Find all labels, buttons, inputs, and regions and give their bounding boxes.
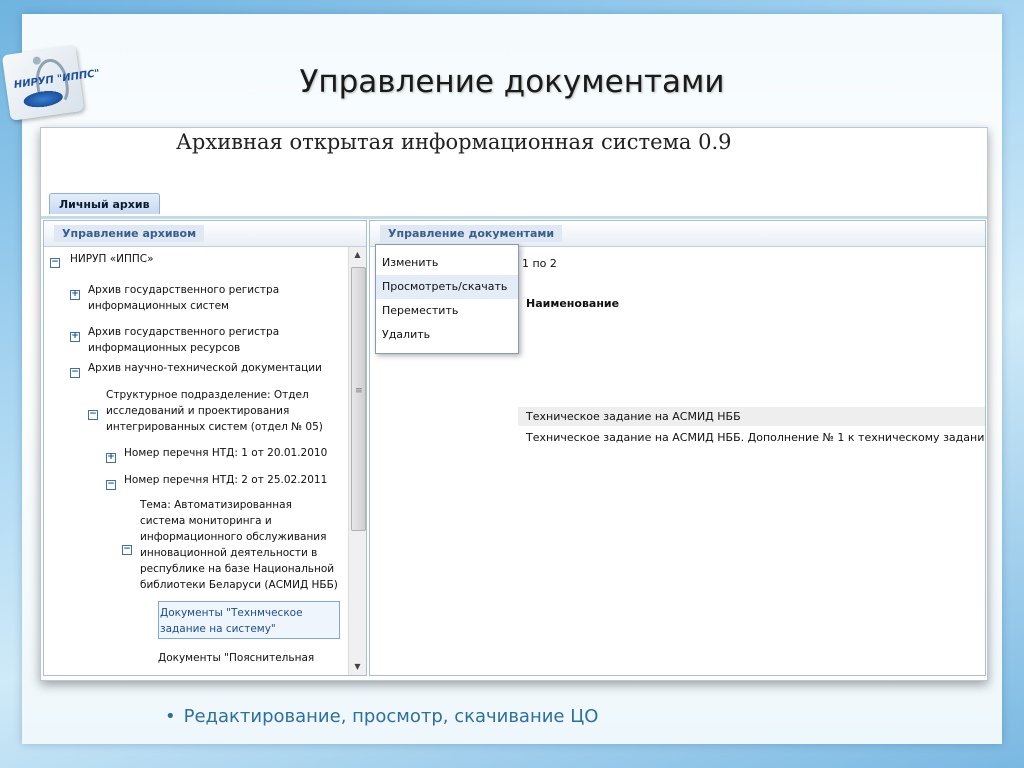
pager-text: 1 по 2 xyxy=(522,257,557,270)
menu-item-move[interactable]: Переместить xyxy=(376,299,518,323)
tree-node-label[interactable]: Документы "Технмческое задание на систем… xyxy=(160,605,303,637)
app-screenshot: Архивная открытая информационная система… xyxy=(40,127,988,681)
collapse-icon[interactable]: − xyxy=(50,258,60,268)
menu-item-edit[interactable]: Изменить xyxy=(376,251,518,275)
menu-item-delete[interactable]: Удалить xyxy=(376,323,518,347)
scroll-down-arrow-icon[interactable]: ▼ xyxy=(349,659,366,675)
bullet-text: Редактирование, просмотр, скачивание ЦО xyxy=(183,706,599,727)
collapse-icon[interactable]: − xyxy=(88,410,98,420)
archive-management-panel: Управление архивом − НИРУП «ИППС» + Архив г… xyxy=(43,220,367,676)
table-row[interactable]: Техническое задание на АСМИД НББ. Дополн… xyxy=(518,428,985,447)
tab-personal-archive[interactable]: Личный архив xyxy=(49,193,160,214)
tab-bar: Личный архив xyxy=(41,193,987,219)
tree-node-label[interactable]: Архив государственного регистра информац… xyxy=(88,282,279,314)
archive-panel-header: Управление архивом xyxy=(44,221,366,247)
expand-icon[interactable]: + xyxy=(106,453,116,463)
tree-node-label[interactable]: Структурное подразделение: Отдел исследо… xyxy=(106,387,323,435)
column-header-name[interactable]: Наименование xyxy=(526,297,619,310)
scroll-up-arrow-icon[interactable]: ▲ xyxy=(349,247,366,263)
tree-node-label[interactable]: Номер перечня НТД: 1 от 20.01.2010 xyxy=(124,445,327,461)
archive-panel-title: Управление архивом xyxy=(54,225,205,242)
context-menu: Изменить Просмотреть/скачать Переместить… xyxy=(375,244,519,354)
app-title: Архивная открытая информационная система… xyxy=(176,130,732,154)
tree-scrollbar[interactable]: ▲ ≡ ▼ xyxy=(348,247,366,675)
expand-icon[interactable]: + xyxy=(70,290,80,300)
slide-title: Управление документами xyxy=(299,64,725,100)
tree-node-label[interactable]: Документы "Пояснительная xyxy=(158,650,314,666)
bullet-dot-icon: • xyxy=(165,706,176,727)
grip-icon: ≡ xyxy=(355,386,363,396)
bullet-point: • Редактирование, просмотр, скачивание ЦО xyxy=(165,706,598,727)
collapse-icon[interactable]: − xyxy=(70,368,80,378)
tree-node-label[interactable]: Архив научно-технической документации xyxy=(88,360,322,376)
scroll-thumb[interactable]: ≡ xyxy=(351,267,366,531)
tree-node-label[interactable]: Тема: Автоматизированная система монитор… xyxy=(140,497,338,593)
tree-node-label[interactable]: НИРУП «ИППС» xyxy=(70,251,154,267)
tree-node-label[interactable]: Номер перечня НТД: 2 от 25.02.2011 xyxy=(124,472,327,488)
table-row[interactable]: Техническое задание на АСМИД НББ xyxy=(518,407,985,426)
expand-icon[interactable]: + xyxy=(70,332,80,342)
menu-item-view-download[interactable]: Просмотреть/скачать xyxy=(376,275,518,299)
document-panel-title: Управление документами xyxy=(380,225,563,242)
collapse-icon[interactable]: − xyxy=(106,480,116,490)
collapse-icon[interactable]: − xyxy=(122,545,132,555)
tree-node-label[interactable]: Архив государственного регистра информац… xyxy=(88,324,279,356)
archive-tree: − НИРУП «ИППС» + Архив государственного рег… xyxy=(44,247,347,675)
